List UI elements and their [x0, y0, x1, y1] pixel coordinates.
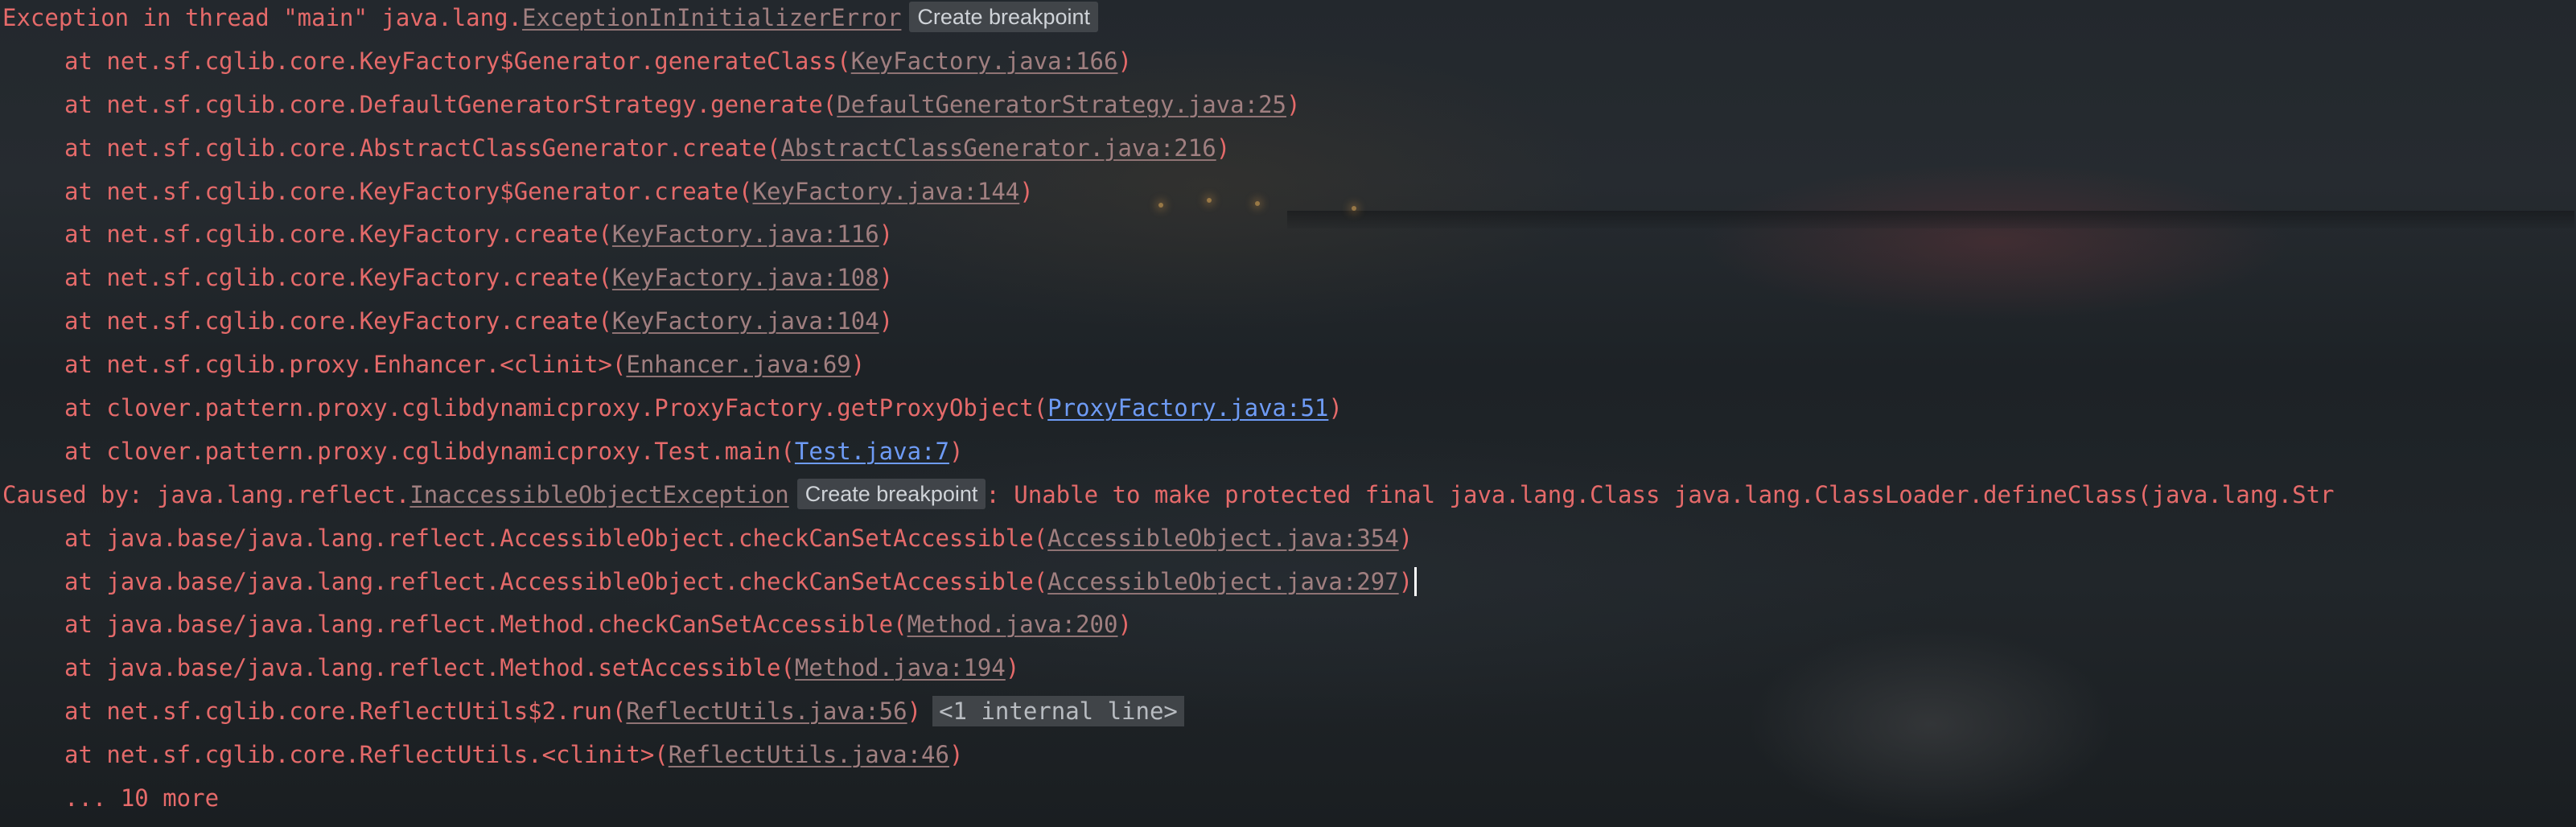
frame-close: ) [1398, 524, 1414, 552]
stack-frame: at net.sf.cglib.core.AbstractClassGenera… [0, 131, 2576, 175]
stack-frame: at net.sf.cglib.core.KeyFactory.create(K… [0, 261, 2576, 304]
frame-close: ) [949, 437, 964, 465]
caused-by-header: Caused by: java.lang.reflect.Inaccessibl… [0, 478, 2576, 521]
stack-frame: at net.sf.cglib.core.KeyFactory.create(K… [0, 304, 2576, 348]
frame-source-link[interactable]: KeyFactory.java:108 [612, 264, 879, 291]
frame-source-link-user[interactable]: ProxyFactory.java:51 [1047, 394, 1328, 422]
frame-close: ) [1005, 654, 1020, 682]
stack-frame: at net.sf.cglib.core.KeyFactory$Generato… [0, 44, 2576, 88]
frame-source-link[interactable]: Enhancer.java:69 [626, 351, 850, 378]
frame-close: ) [1286, 90, 1301, 118]
frame-text: at net.sf.cglib.core.KeyFactory.create( [64, 220, 612, 249]
frame-source-link[interactable]: AccessibleObject.java:354 [1047, 525, 1399, 552]
frame-close: ) [1398, 567, 1414, 595]
frame-source-link[interactable]: DefaultGeneratorStrategy.java:25 [837, 91, 1286, 118]
frame-source-link[interactable]: KeyFactory.java:166 [851, 47, 1118, 75]
stack-frame: at java.base/java.lang.reflect.Accessibl… [0, 521, 2576, 565]
frame-text: at java.base/java.lang.reflect.Accessibl… [64, 567, 1048, 595]
frame-source-link-user[interactable]: Test.java:7 [795, 438, 949, 465]
exception-prefix: Exception in thread "main" java.lang. [2, 4, 523, 31]
frame-close: ) [1019, 177, 1034, 205]
stack-frame: at net.sf.cglib.proxy.Enhancer.<clinit>(… [0, 348, 2576, 391]
stack-frame: at java.base/java.lang.reflect.Accessibl… [0, 565, 2576, 608]
frame-source-link[interactable]: Method.java:200 [907, 611, 1118, 638]
frame-source-link[interactable]: AbstractClassGenerator.java:216 [780, 134, 1216, 162]
frame-text: at net.sf.cglib.core.ReflectUtils.<clini… [64, 741, 669, 769]
frame-text: at clover.pattern.proxy.cglibdynamicprox… [64, 437, 795, 465]
stack-frame: at net.sf.cglib.core.KeyFactory.create(K… [0, 217, 2576, 261]
more-frames-text: ... 10 more [64, 784, 220, 813]
frame-text: at net.sf.cglib.core.KeyFactory$Generato… [64, 47, 851, 75]
stack-frame: at clover.pattern.proxy.cglibdynamicprox… [0, 434, 2576, 478]
frame-close: ) [1117, 611, 1132, 639]
folded-internal-lines-button[interactable]: <1 internal line> [932, 696, 1184, 727]
frame-text: at net.sf.cglib.core.ReflectUtils$2.run( [64, 697, 627, 726]
frame-text: at clover.pattern.proxy.cglibdynamicprox… [64, 394, 1048, 422]
caused-by-prefix: Caused by: java.lang.reflect. [2, 480, 410, 508]
frame-text: at java.base/java.lang.reflect.Method.ch… [64, 611, 907, 639]
frame-source-link[interactable]: KeyFactory.java:144 [753, 178, 1020, 205]
frame-source-link[interactable]: AccessibleObject.java:297 [1047, 568, 1399, 595]
frame-text: at net.sf.cglib.core.KeyFactory.create( [64, 307, 612, 335]
create-breakpoint-button[interactable]: Create breakpoint [909, 2, 1099, 32]
frame-close: ) [1216, 134, 1231, 162]
stack-frame: at net.sf.cglib.core.ReflectUtils.<clini… [0, 738, 2576, 781]
frame-close: ) [1328, 394, 1343, 422]
frame-close: ) [879, 220, 894, 249]
frame-text: at net.sf.cglib.core.AbstractClassGenera… [64, 134, 781, 162]
create-breakpoint-button[interactable]: Create breakpoint [796, 478, 986, 509]
stack-frame: at clover.pattern.proxy.cglibdynamicprox… [0, 391, 2576, 434]
caused-by-class-link[interactable]: InaccessibleObjectException [409, 481, 788, 508]
frame-source-link[interactable]: KeyFactory.java:104 [612, 307, 879, 335]
frame-text: at net.sf.cglib.core.KeyFactory.create( [64, 264, 612, 292]
frame-source-link[interactable]: Method.java:194 [795, 654, 1006, 681]
frame-close: ) [879, 307, 894, 335]
frame-source-link[interactable]: ReflectUtils.java:56 [626, 697, 907, 725]
console-output: Exception in thread "main" java.lang.Exc… [0, 0, 2576, 827]
frame-close: ) [879, 264, 894, 292]
frame-source-link[interactable]: ReflectUtils.java:46 [669, 741, 949, 768]
frame-close: ) [949, 741, 964, 769]
frame-text: at java.base/java.lang.reflect.Accessibl… [64, 524, 1048, 552]
caused-by-message: : Unable to make protected final java.la… [986, 480, 2335, 508]
frame-close: ) [907, 697, 922, 726]
frame-text: at net.sf.cglib.core.DefaultGeneratorStr… [64, 90, 837, 118]
frame-text: at net.sf.cglib.proxy.Enhancer.<clinit>( [64, 351, 627, 379]
stack-frame: at net.sf.cglib.core.KeyFactory$Generato… [0, 175, 2576, 218]
frame-text: at java.base/java.lang.reflect.Method.se… [64, 654, 795, 682]
stack-frame: at net.sf.cglib.core.DefaultGeneratorStr… [0, 88, 2576, 131]
frame-source-link[interactable]: KeyFactory.java:116 [612, 220, 879, 248]
frame-close: ) [850, 351, 866, 379]
stack-frame: at java.base/java.lang.reflect.Method.ch… [0, 607, 2576, 651]
stack-frame: at net.sf.cglib.core.ReflectUtils$2.run(… [0, 694, 2576, 738]
frame-text: at net.sf.cglib.core.KeyFactory$Generato… [64, 177, 753, 205]
frame-close: ) [1117, 47, 1132, 75]
exception-class-link[interactable]: ExceptionInInitializerError [522, 4, 901, 31]
stack-frame: at java.base/java.lang.reflect.Method.se… [0, 651, 2576, 694]
text-cursor [1414, 566, 1418, 596]
exception-header: Exception in thread "main" java.lang.Exc… [0, 1, 2576, 44]
